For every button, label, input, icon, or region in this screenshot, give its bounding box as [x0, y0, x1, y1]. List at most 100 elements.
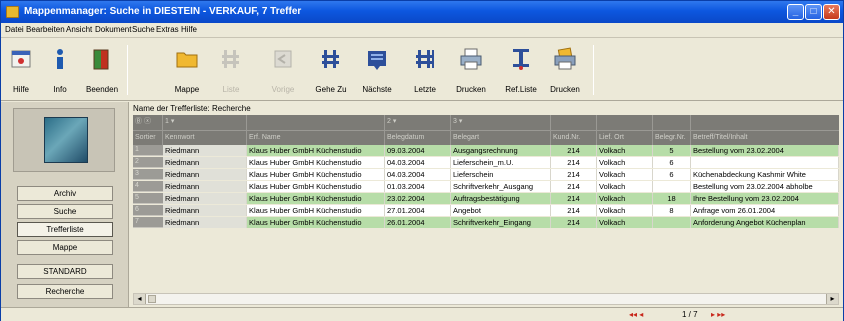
- maximize-button[interactable]: □: [805, 4, 822, 20]
- menu-extras[interactable]: Extras: [156, 25, 179, 34]
- cell-kennwort[interactable]: Riedmann: [163, 145, 247, 156]
- cell-belegdatum: 04.03.2004: [385, 169, 451, 180]
- cell-kennwort[interactable]: Riedmann: [163, 193, 247, 204]
- folder-button[interactable]: Mappe: [167, 43, 207, 97]
- cell-betreff: Bestellung vom 23.02.2004 abholbe: [691, 181, 839, 192]
- cell-kennwort[interactable]: Riedmann: [163, 169, 247, 180]
- menu-ansicht[interactable]: Ansicht: [66, 25, 92, 34]
- cell-belegart: Schriftverkehr_Eingang: [451, 217, 551, 228]
- cell-lieferort: Volkach: [597, 169, 653, 180]
- table-row[interactable]: 1 Riedmann Klaus Huber GmbH Küchenstudio 09…: [133, 145, 839, 156]
- column-header-name[interactable]: Erf. Name: [247, 130, 385, 145]
- table-row[interactable]: 7 Riedmann Klaus Huber GmbH Küchenstudio 26…: [133, 217, 839, 228]
- table-row[interactable]: 6 Riedmann Klaus Huber GmbH Küchenstudio 27…: [133, 205, 839, 216]
- table-row[interactable]: 2 Riedmann Klaus Huber GmbH Küchenstudio 04…: [133, 157, 839, 168]
- column-header-belegdatum[interactable]: Belegdatum: [385, 130, 451, 145]
- scroll-left-arrow-icon[interactable]: ◂: [134, 294, 146, 304]
- cell-kundnr: 214: [551, 205, 597, 216]
- nav-trefferliste-button[interactable]: Trefferliste: [17, 222, 113, 237]
- app-icon: [6, 6, 19, 18]
- header-group[interactable]: [691, 115, 839, 130]
- row-selector[interactable]: 4: [133, 181, 163, 192]
- ref-list-icon: [513, 49, 529, 70]
- close-button[interactable]: ✕: [823, 4, 840, 20]
- menu-bearbeiten[interactable]: Bearbeiten: [26, 25, 65, 34]
- cell-kennwort[interactable]: Riedmann: [163, 217, 247, 228]
- cell-lieferort: Volkach: [597, 217, 653, 228]
- scroll-right-arrow-icon[interactable]: ▸: [826, 294, 838, 304]
- status-bar: ◂◂ ◂ 1 / 7 ▸ ▸▸: [1, 307, 843, 321]
- cell-belegdatum: 26.01.2004: [385, 217, 451, 228]
- menu-dokument[interactable]: Dokument: [95, 25, 131, 34]
- column-header-lieferort[interactable]: Lief. Ort: [597, 130, 653, 145]
- cell-betreff: Anforderung Angebot Küchenplan: [691, 217, 839, 228]
- row-selector[interactable]: 1: [133, 145, 163, 156]
- record-first-prev-button[interactable]: ◂◂ ◂: [629, 310, 643, 319]
- print-alt-icon: [554, 47, 576, 70]
- row-selector[interactable]: 5: [133, 193, 163, 204]
- header-group[interactable]: Ⓑ ⓧ: [133, 115, 163, 130]
- column-header-betreff[interactable]: Betreff/Titel/Inhalt: [691, 130, 839, 145]
- print-alt-button[interactable]: Drucken: [545, 43, 585, 97]
- header-group[interactable]: 1 ▾: [163, 115, 247, 130]
- cell-kundnr: 214: [551, 157, 597, 168]
- nav-recherche-button[interactable]: Recherche: [17, 284, 113, 299]
- cell-kennwort[interactable]: Riedmann: [163, 205, 247, 216]
- header-group[interactable]: 3 ▾: [451, 115, 551, 130]
- nav-archiv-button[interactable]: Archiv: [17, 186, 113, 201]
- column-header-belegnr[interactable]: Belegr.Nr.: [653, 130, 691, 145]
- menu-datei[interactable]: Datei: [5, 25, 24, 34]
- navigation-panel: Archiv Suche Trefferliste Mappe STANDARD…: [1, 102, 129, 307]
- minimize-button[interactable]: _: [787, 4, 804, 20]
- row-selector[interactable]: 6: [133, 205, 163, 216]
- cell-kundnr: 214: [551, 145, 597, 156]
- cell-kundnr: 214: [551, 193, 597, 204]
- nav-suche-button[interactable]: Suche: [17, 204, 113, 219]
- print-icon: [460, 48, 482, 70]
- goto-button[interactable]: Gehe Zu: [309, 43, 353, 97]
- menu-hilfe[interactable]: Hilfe: [181, 25, 197, 34]
- row-selector[interactable]: 7: [133, 217, 163, 228]
- ref-list-button[interactable]: Ref.Liste: [499, 43, 543, 97]
- previous-icon: [274, 50, 292, 68]
- info-button[interactable]: Info: [41, 43, 79, 97]
- column-header-sortier[interactable]: Sortier: [133, 130, 163, 145]
- horizontal-scrollbar[interactable]: ◂ ▸: [133, 293, 839, 305]
- column-header-kennwort[interactable]: Kennwort: [163, 130, 247, 145]
- table-row[interactable]: 3 Riedmann Klaus Huber GmbH Küchenstudio 04…: [133, 169, 839, 180]
- table-row[interactable]: 5 Riedmann Klaus Huber GmbH Küchenstudio 23…: [133, 193, 839, 204]
- nav-standard-button[interactable]: STANDARD: [17, 264, 113, 279]
- last-button[interactable]: Letzte: [405, 43, 445, 97]
- previous-button[interactable]: Vorige: [265, 43, 301, 97]
- table-row[interactable]: 4 Riedmann Klaus Huber GmbH Küchenstudio 01…: [133, 181, 839, 192]
- record-next-last-button[interactable]: ▸ ▸▸: [711, 310, 725, 319]
- header-group[interactable]: [247, 115, 385, 130]
- cell-kennwort[interactable]: Riedmann: [163, 181, 247, 192]
- list-button[interactable]: Liste: [213, 43, 249, 97]
- print-button[interactable]: Drucken: [451, 43, 491, 97]
- title-bar[interactable]: Mappenmanager: Suche in DIESTEIN - VERKA…: [1, 1, 843, 23]
- cell-betreff: Bestellung vom 23.02.2004: [691, 145, 839, 156]
- cell-belegnr: [653, 217, 691, 228]
- exit-button[interactable]: Beenden: [81, 43, 123, 97]
- header-group[interactable]: [551, 115, 597, 130]
- column-header-kundnr[interactable]: Kund.Nr.: [551, 130, 597, 145]
- cell-kennwort[interactable]: Riedmann: [163, 157, 247, 168]
- cell-belegdatum: 27.01.2004: [385, 205, 451, 216]
- row-selector[interactable]: 2: [133, 157, 163, 168]
- cell-name: Klaus Huber GmbH Küchenstudio: [247, 181, 385, 192]
- cell-name: Klaus Huber GmbH Küchenstudio: [247, 157, 385, 168]
- scroll-thumb[interactable]: [148, 295, 156, 303]
- cell-belegnr: 6: [653, 157, 691, 168]
- record-page-indicator: 1 / 7: [682, 310, 698, 319]
- row-selector[interactable]: 3: [133, 169, 163, 180]
- window-title: Mappenmanager: Suche in DIESTEIN - VERKA…: [24, 6, 302, 17]
- header-group[interactable]: 2 ▾: [385, 115, 451, 130]
- nav-mappe-button[interactable]: Mappe: [17, 240, 113, 255]
- column-header-belegart[interactable]: Belegart: [451, 130, 551, 145]
- next-button[interactable]: Nächste: [355, 43, 399, 97]
- help-button[interactable]: Hilfe: [3, 43, 39, 97]
- header-group[interactable]: [597, 115, 653, 130]
- header-group[interactable]: [653, 115, 691, 130]
- menu-suche[interactable]: Suche: [132, 25, 155, 34]
